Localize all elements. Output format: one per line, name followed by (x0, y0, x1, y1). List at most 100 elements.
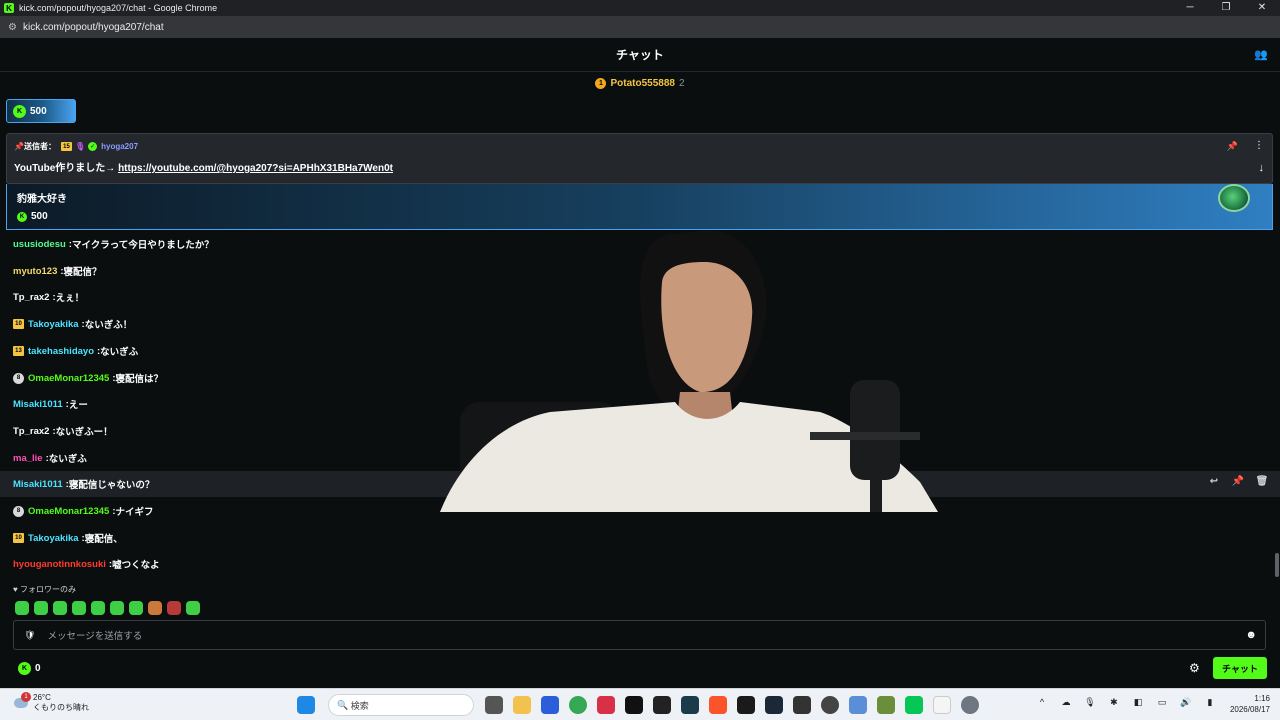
chat-username[interactable]: Tp_rax2 (13, 292, 49, 303)
sub-badge: 13 (13, 346, 24, 356)
weather-widget[interactable]: 1 26°C くもりのち晴れ (14, 692, 89, 713)
app-icon[interactable] (793, 696, 811, 714)
close-button[interactable]: ✕ (1244, 0, 1280, 16)
sub-badge: 15 (60, 142, 72, 151)
copilot-icon[interactable] (541, 696, 559, 714)
chat-text: 寝配信は？ (115, 374, 164, 385)
address-bar[interactable]: ⚙ kick.com/popout/hyoga207/chat (0, 16, 1280, 38)
users-icon[interactable]: 👥 (1254, 48, 1268, 62)
chat-username[interactable]: hyouganotinnkosuki (13, 559, 106, 570)
gear-icon[interactable]: ⚙ (1189, 661, 1200, 675)
reply-icon[interactable]: ↩ (1202, 476, 1226, 487)
volume-icon[interactable]: 🔊 (1179, 697, 1193, 711)
emote-icon[interactable] (129, 601, 143, 615)
chat-message-row[interactable]: 10 Takoyakika: 寝配信、 (0, 525, 1280, 551)
task-view-icon[interactable] (485, 696, 503, 714)
chat-text: 寝配信、 (84, 534, 123, 545)
pinned-link[interactable]: https://youtube.com/@hyoga207?si=APHhX31… (118, 163, 393, 174)
chat-username[interactable]: ususiodesu (13, 239, 66, 250)
kicks-gift-amount-row: K 500 (17, 211, 48, 222)
app-icon[interactable] (821, 696, 839, 714)
emote-icon[interactable] (15, 601, 29, 615)
rank-badge: 1 (595, 77, 607, 89)
url-text: kick.com/popout/hyoga207/chat (22, 21, 164, 33)
emote-icon[interactable] (186, 601, 200, 615)
emoji-icon[interactable]: ☻ (1245, 629, 1257, 641)
shield-icon[interactable]: 🛡 (24, 630, 35, 641)
file-explorer-icon[interactable] (513, 696, 531, 714)
kicks-icon: K (18, 662, 31, 675)
site-settings-icon[interactable]: ⚙ (8, 22, 17, 33)
app-icon[interactable] (737, 696, 755, 714)
network-icon[interactable]: ▭ (1155, 697, 1169, 711)
broadcaster-mic-icon: 🎙 (74, 142, 86, 151)
brave-icon[interactable] (709, 696, 727, 714)
minecraft-icon[interactable] (877, 696, 895, 714)
app-icon[interactable] (681, 696, 699, 714)
chat-username[interactable]: myuto123 (13, 266, 57, 277)
emote-icon[interactable] (72, 601, 86, 615)
expand-down-icon[interactable]: ↓ (1259, 162, 1265, 174)
windows-taskbar: 1 26°C くもりのち晴れ 🔍 検索 ^ ☁ 🎙 ✱ ◧ ▭ 🔊 ▮ 1:16… (0, 688, 1280, 720)
chat-username[interactable]: Misaki1011 (13, 479, 63, 490)
bluetooth-icon[interactable]: ✱ (1107, 697, 1121, 711)
cloud-sync-icon[interactable]: ☁ (1059, 697, 1073, 711)
steam-icon[interactable] (765, 696, 783, 714)
chat-message-row[interactable]: hyouganotinnkosuki: 嘘つくなよ (0, 551, 1280, 577)
chat-text: ないぎふー！ (55, 427, 113, 438)
restore-button[interactable]: ❐ (1208, 0, 1244, 16)
tiktok-icon[interactable] (625, 696, 643, 714)
more-options-icon[interactable]: ⋮ (1254, 140, 1264, 151)
kicks-gift-message: 豹雅大好き (17, 194, 67, 205)
app-icon[interactable] (849, 696, 867, 714)
battery-icon[interactable]: ▮ (1203, 697, 1217, 711)
window-title: kick.com/popout/hyoga207/chat - Google C… (19, 3, 218, 13)
chat-username[interactable]: Takoyakika (28, 319, 79, 330)
app-icon[interactable] (933, 696, 951, 714)
emote-icon[interactable] (91, 601, 105, 615)
windows-start-icon[interactable] (297, 696, 315, 714)
emote-icon[interactable] (53, 601, 67, 615)
pinned-username[interactable]: hyoga207 (101, 142, 138, 151)
chat-input[interactable]: 🛡 メッセージを送信する ☻ (13, 620, 1266, 650)
scrollbar-thumb[interactable] (1275, 553, 1279, 577)
emote-icon[interactable] (167, 601, 181, 615)
top-gifter[interactable]: 1 Potato555888 2 (0, 73, 1280, 93)
app-icon[interactable] (597, 696, 615, 714)
unpin-icon[interactable]: 📌 (1227, 141, 1238, 152)
minimize-button[interactable]: ─ (1172, 0, 1208, 16)
emote-icon[interactable] (34, 601, 48, 615)
chat-text: マイクラって今日やりましたか？ (71, 240, 214, 251)
chat-username[interactable]: ma_lie (13, 453, 43, 464)
app-icon[interactable] (653, 696, 671, 714)
top-gifter-count: 2 (678, 77, 685, 89)
pin-icon[interactable]: 📌 (1226, 476, 1250, 487)
clock[interactable]: 1:16 2026/08/17 (1230, 693, 1270, 715)
chat-username[interactable]: OmaeMonar12345 (28, 373, 109, 384)
kicks-leaderboard-button[interactable]: K 500 (6, 99, 76, 123)
chat-username[interactable]: Takoyakika (28, 533, 79, 544)
taskbar-apps: 🔍 検索 (292, 694, 984, 716)
pinned-by-label: 送信者： (23, 142, 56, 151)
gifter-badge: 8 (13, 372, 24, 384)
followers-only-label: フォロワーのみ (19, 585, 76, 594)
kicks-icon: K (13, 104, 26, 118)
chat-username[interactable]: Misaki1011 (13, 399, 63, 410)
emote-icon[interactable] (148, 601, 162, 615)
taskbar-search[interactable]: 🔍 検索 (328, 694, 474, 716)
chat-username[interactable]: takehashidayo (28, 346, 94, 357)
chat-username[interactable]: OmaeMonar12345 (28, 506, 109, 517)
microphone-icon[interactable]: 🎙 (1083, 697, 1097, 711)
app-tray-icon[interactable]: ◧ (1131, 697, 1145, 711)
chevron-up-icon[interactable]: ^ (1035, 697, 1049, 711)
chat-username[interactable]: Tp_rax2 (13, 426, 49, 437)
pinned-message: 📌 送信者： 15 🎙 ✓ hyoga207 YouTube作りました→ htt… (6, 133, 1273, 184)
settings-icon[interactable] (961, 696, 979, 714)
search-icon: 🔍 (337, 699, 351, 710)
line-icon[interactable] (905, 696, 923, 714)
kicks-balance[interactable]: K 0 (18, 662, 41, 675)
emote-icon[interactable] (110, 601, 124, 615)
delete-icon[interactable]: 🗑 (1250, 476, 1274, 487)
chrome-icon[interactable] (569, 696, 587, 714)
send-chat-button[interactable]: チャット (1213, 657, 1267, 679)
